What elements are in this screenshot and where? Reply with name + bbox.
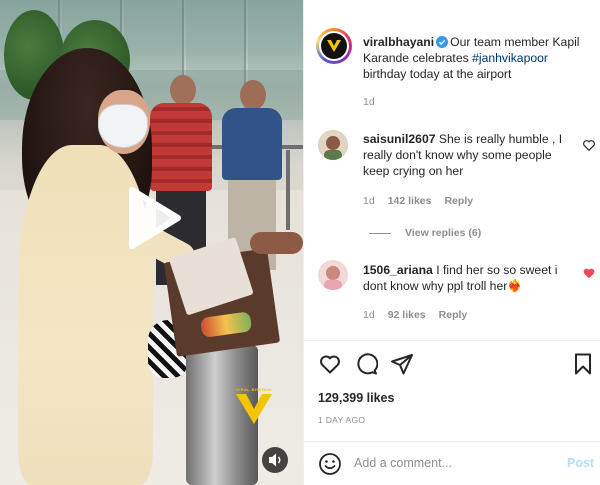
comment-reply-button[interactable]: Reply xyxy=(439,309,468,321)
author-avatar[interactable] xyxy=(316,28,352,64)
comment-time: 1d xyxy=(363,195,375,207)
send-icon[interactable] xyxy=(390,352,414,376)
watermark-logo: VIRAL BHAYANI xyxy=(232,387,276,431)
post-side-panel: viralbhayani Our team member Kapil Karand… xyxy=(303,0,600,485)
comment-text: 1506_ariana I find her so so sweet i don… xyxy=(363,262,578,294)
caption-hashtag[interactable]: #janhvikapoor xyxy=(472,51,548,65)
view-replies-label: View replies (6) xyxy=(405,227,482,239)
comment-icon[interactable] xyxy=(354,352,378,376)
caption-text-end: birthday today at the airport xyxy=(363,67,512,81)
divider xyxy=(304,340,600,341)
play-icon[interactable] xyxy=(118,184,186,252)
comment-like-heart-icon[interactable] xyxy=(582,138,596,152)
add-comment-bar: Post xyxy=(304,441,600,485)
video-person-mask xyxy=(98,104,148,148)
post-time: 1d xyxy=(363,96,375,108)
comment-input[interactable] xyxy=(354,453,554,473)
author-username[interactable]: viralbhayani xyxy=(363,35,434,49)
comment-meta: 1d 92 likes Reply xyxy=(363,309,467,321)
likes-count[interactable]: 129,399 likes xyxy=(318,391,394,405)
post-date: 1 DAY AGO xyxy=(318,415,366,425)
comment-username[interactable]: 1506_ariana xyxy=(363,263,433,277)
comment-liked-heart-icon[interactable] xyxy=(582,266,596,280)
author-logo-icon xyxy=(327,40,341,52)
post-video[interactable]: VIRAL BHAYANI xyxy=(0,0,303,485)
speaker-icon[interactable] xyxy=(262,447,288,473)
video-hand xyxy=(250,232,303,254)
comment-meta: 1d 142 likes Reply xyxy=(363,195,473,207)
view-replies-line xyxy=(369,232,391,234)
post-caption: viralbhayani Our team member Kapil Karand… xyxy=(363,34,593,82)
video-railing-post xyxy=(286,150,290,230)
comment-likes[interactable]: 142 likes xyxy=(388,195,432,207)
comment-reply-button[interactable]: Reply xyxy=(444,195,473,207)
view-replies-button[interactable]: View replies (6) xyxy=(369,227,481,239)
heart-icon[interactable] xyxy=(318,352,342,376)
comment-likes[interactable]: 92 likes xyxy=(388,309,426,321)
watermark-v-icon xyxy=(236,394,272,424)
comment-username[interactable]: saisunil2607 xyxy=(363,132,436,146)
comment-avatar[interactable] xyxy=(318,260,348,290)
post-comment-button[interactable]: Post xyxy=(567,456,594,470)
video-cake-box xyxy=(163,236,281,357)
comment-time: 1d xyxy=(363,309,375,321)
comment-avatar[interactable] xyxy=(318,130,348,160)
comment-text: saisunil2607 She is really humble , I re… xyxy=(363,131,578,179)
comment-emoji: ❤️‍🔥 xyxy=(507,279,523,293)
bookmark-icon[interactable] xyxy=(571,352,595,376)
verified-badge-icon xyxy=(436,36,449,48)
smiley-icon[interactable] xyxy=(318,452,342,476)
